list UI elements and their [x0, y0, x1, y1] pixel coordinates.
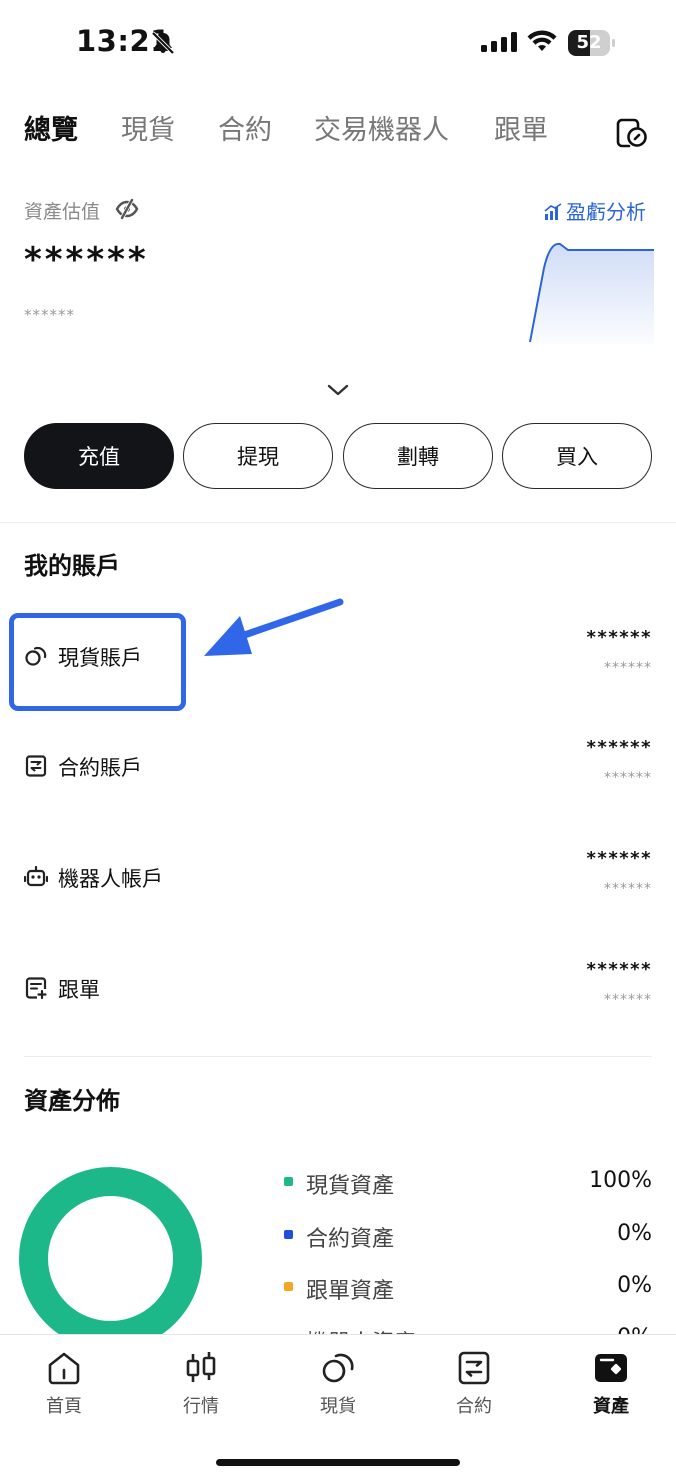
account-fiat-value: ****** [604, 660, 652, 676]
nav-market[interactable]: 行情 [156, 1350, 246, 1418]
tab-trading-bot[interactable]: 交易機器人 [314, 108, 449, 147]
account-fiat-value: ****** [604, 881, 652, 897]
bell-muted-icon [151, 31, 175, 55]
nav-home[interactable]: 首頁 [19, 1350, 109, 1418]
legend-value: 0% [617, 1273, 652, 1298]
legend-label: 跟單資產 [306, 1279, 395, 1304]
account-value: ****** [586, 737, 652, 758]
asset-distribution-donut-chart [19, 1167, 202, 1350]
nav-label: 合約 [456, 1396, 492, 1417]
legend-dot [284, 1230, 293, 1239]
tab-spot[interactable]: 現貨 [121, 108, 175, 147]
market-icon [186, 1352, 216, 1382]
account-fiat-value: ****** [604, 992, 652, 1008]
account-value: ****** [586, 959, 652, 980]
legend-value: 0% [617, 1221, 652, 1246]
account-value: ****** [586, 627, 652, 648]
battery-percentage: 52 [576, 32, 602, 53]
futures-icon [458, 1351, 490, 1385]
tab-futures[interactable]: 合約 [218, 108, 272, 147]
bar-chart-icon [544, 203, 562, 220]
home-icon [48, 1352, 80, 1385]
legend-dot [284, 1282, 293, 1291]
annotation-highlight-box [9, 613, 186, 711]
wallet-icon [595, 1354, 627, 1382]
deposit-button[interactable]: 充值 [24, 423, 174, 489]
nav-label: 首頁 [46, 1396, 82, 1417]
legend-value: 100% [589, 1168, 652, 1193]
my-accounts-title: 我的賬戶 [24, 552, 120, 580]
robot-icon [24, 865, 48, 887]
nav-label: 現貨 [320, 1396, 356, 1417]
asset-total-value: ****** [24, 240, 149, 280]
home-indicator [216, 1459, 460, 1466]
spot-icon [322, 1353, 354, 1383]
wifi-icon [527, 30, 557, 51]
history-record-icon[interactable] [614, 116, 648, 148]
account-label: 跟單 [58, 978, 100, 1002]
section-divider [0, 522, 676, 523]
section-divider [24, 1056, 652, 1057]
tab-overview[interactable]: 總覽 [24, 108, 78, 147]
pnl-analysis-link[interactable]: 盈虧分析 [544, 196, 646, 225]
nav-label: 資產 [593, 1396, 629, 1417]
nav-spot[interactable]: 現貨 [293, 1350, 383, 1418]
annotation-arrow-icon [204, 598, 344, 656]
chevron-down-icon[interactable] [326, 382, 350, 398]
account-fiat-value: ****** [604, 770, 652, 786]
eye-hidden-icon[interactable] [115, 198, 139, 220]
pnl-analysis-label: 盈虧分析 [566, 200, 646, 224]
battery-indicator: 52 [568, 30, 616, 56]
account-label: 機器人帳戶 [58, 867, 163, 891]
tab-copy-trading[interactable]: 跟單 [494, 108, 548, 147]
nav-label: 行情 [183, 1396, 219, 1417]
account-label: 合約賬戶 [58, 756, 142, 780]
cellular-signal-icon [481, 32, 517, 52]
asset-valuation-label: 資產估值 [24, 201, 101, 223]
asset-trend-sparkline[interactable] [528, 238, 654, 344]
nav-assets[interactable]: 資產 [566, 1350, 656, 1418]
account-value: ****** [586, 848, 652, 869]
asset-distribution-title: 資產分佈 [24, 1087, 120, 1115]
legend-label: 現貨資產 [306, 1174, 395, 1199]
futures-icon [25, 755, 47, 777]
legend-label: 合約資產 [306, 1227, 395, 1252]
transfer-button[interactable]: 劃轉 [343, 423, 493, 489]
legend-dot [284, 1177, 293, 1186]
buy-button[interactable]: 買入 [502, 423, 652, 489]
nav-futures[interactable]: 合約 [429, 1350, 519, 1418]
copy-trade-icon [25, 977, 47, 1000]
withdraw-button[interactable]: 提現 [183, 423, 333, 489]
asset-fiat-value: ****** [24, 306, 75, 324]
